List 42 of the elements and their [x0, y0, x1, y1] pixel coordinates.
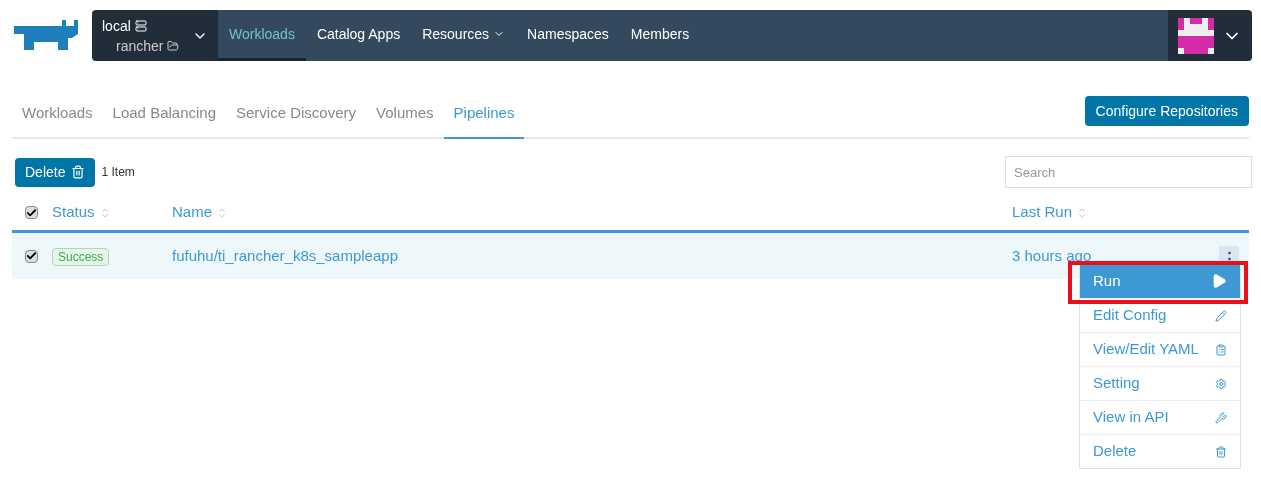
- nav-link[interactable]: Namespaces: [516, 10, 620, 61]
- nav-link[interactable]: Members: [619, 10, 701, 61]
- column-header[interactable]: Last Run: [1012, 201, 1089, 224]
- folder-icon: [167, 39, 180, 52]
- search-field[interactable]: Search: [1005, 156, 1252, 188]
- item-count: 1 Item: [101, 164, 135, 181]
- menu-item[interactable]: Delete: [1080, 434, 1240, 468]
- nav-link[interactable]: Resources: [411, 10, 517, 61]
- menu-item[interactable]: View/Edit YAML: [1080, 332, 1240, 366]
- tab[interactable]: Pipelines: [443, 89, 525, 139]
- sort-icon: [216, 206, 228, 219]
- menu-item[interactable]: View in API: [1080, 400, 1240, 434]
- checkbox[interactable]: [25, 206, 38, 219]
- column-header[interactable]: Name: [172, 201, 1012, 224]
- server-icon: [134, 19, 147, 32]
- pipeline-link[interactable]: fufuhu/ti_rancher_k8s_sampleapp: [172, 244, 1012, 268]
- trash-icon: [1215, 445, 1227, 458]
- checkbox[interactable]: [25, 249, 38, 263]
- nav-link[interactable]: Catalog Apps: [305, 10, 412, 61]
- trash-icon: [71, 165, 86, 179]
- kebab-icon: [1227, 251, 1231, 261]
- clipboard-icon: [1215, 343, 1227, 356]
- menu-item[interactable]: Run: [1080, 264, 1240, 298]
- play-icon: [1211, 273, 1227, 289]
- user-menu[interactable]: [1168, 10, 1252, 61]
- tab[interactable]: Service Discovery: [226, 89, 367, 139]
- avatar-icon: [1178, 17, 1214, 54]
- status-badge: Success: [52, 247, 110, 266]
- tab[interactable]: Load Balancing: [102, 89, 226, 139]
- pencil-icon: [1215, 309, 1227, 322]
- delete-button[interactable]: Delete: [15, 157, 96, 187]
- logo-icon[interactable]: [12, 19, 80, 52]
- tab[interactable]: Volumes: [366, 89, 444, 139]
- wrench-icon: [1215, 411, 1227, 424]
- settings-icon: [1215, 377, 1227, 390]
- nav-link[interactable]: Workloads: [218, 10, 306, 61]
- configure-repositories-button[interactable]: Configure Repositories: [1084, 96, 1249, 126]
- menu-item[interactable]: Setting: [1080, 366, 1240, 400]
- tab[interactable]: Workloads: [12, 89, 103, 139]
- menu-item[interactable]: Edit Config: [1080, 298, 1240, 332]
- cluster-switcher[interactable]: local rancher: [92, 10, 218, 61]
- column-header[interactable]: Status: [52, 201, 172, 224]
